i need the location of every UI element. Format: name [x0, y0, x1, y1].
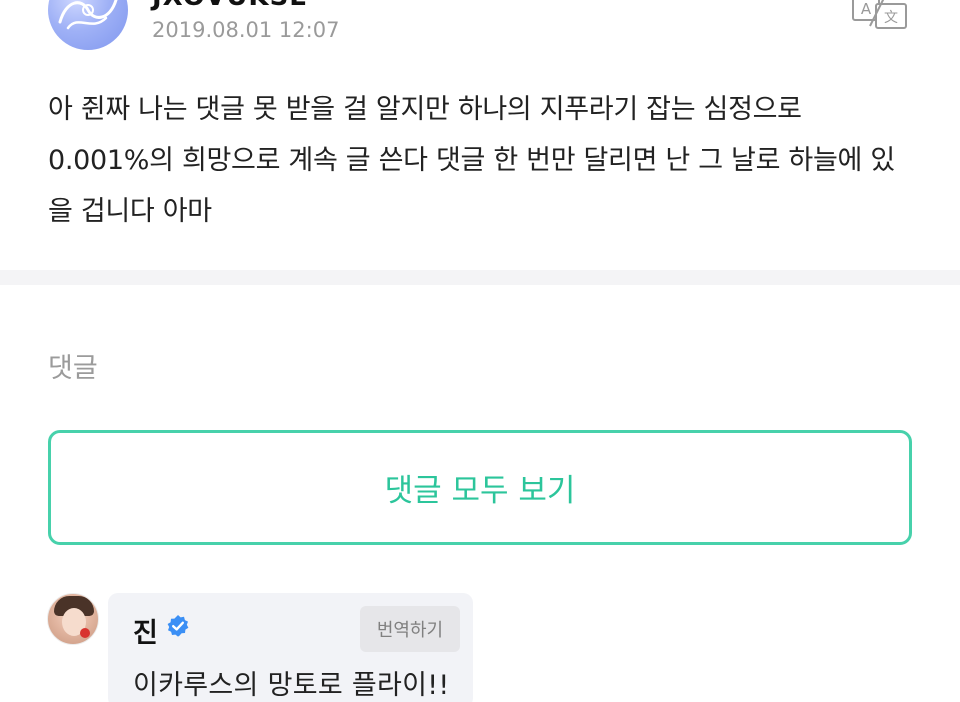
translate-icon[interactable]: A 文: [850, 0, 910, 30]
commenter-avatar[interactable]: [47, 593, 99, 645]
post-body-text: 아 쥔짜 나는 댓글 못 받을 걸 알지만 하나의 지푸라기 잡는 심정으로 0…: [48, 94, 895, 227]
svg-text:A: A: [861, 0, 872, 18]
avatar-swirl-icon: [58, 0, 118, 30]
post-timestamp: 2019.08.01 12:07: [152, 18, 340, 42]
translate-button[interactable]: 번역하기: [360, 606, 460, 652]
post-author-name[interactable]: JXOVUKSE: [152, 0, 308, 12]
comments-section-title: 댓글: [48, 353, 98, 384]
section-divider: [0, 270, 960, 285]
author-avatar[interactable]: [48, 0, 128, 50]
view-all-comments-button[interactable]: 댓글 모두 보기: [48, 430, 912, 545]
comment-bubble: 진 번역하기 이카루스의 망토로 플라이!!: [108, 593, 473, 702]
svg-text:文: 文: [884, 10, 898, 26]
comment-text: 이카루스의 망토로 플라이!!: [133, 670, 450, 701]
avatar-flower: [80, 628, 90, 638]
verified-badge-icon: [166, 614, 190, 638]
post-header: JXOVUKSE 2019.08.01 12:07 A 文: [0, 0, 960, 70]
commenter-name[interactable]: 진: [133, 611, 158, 650]
